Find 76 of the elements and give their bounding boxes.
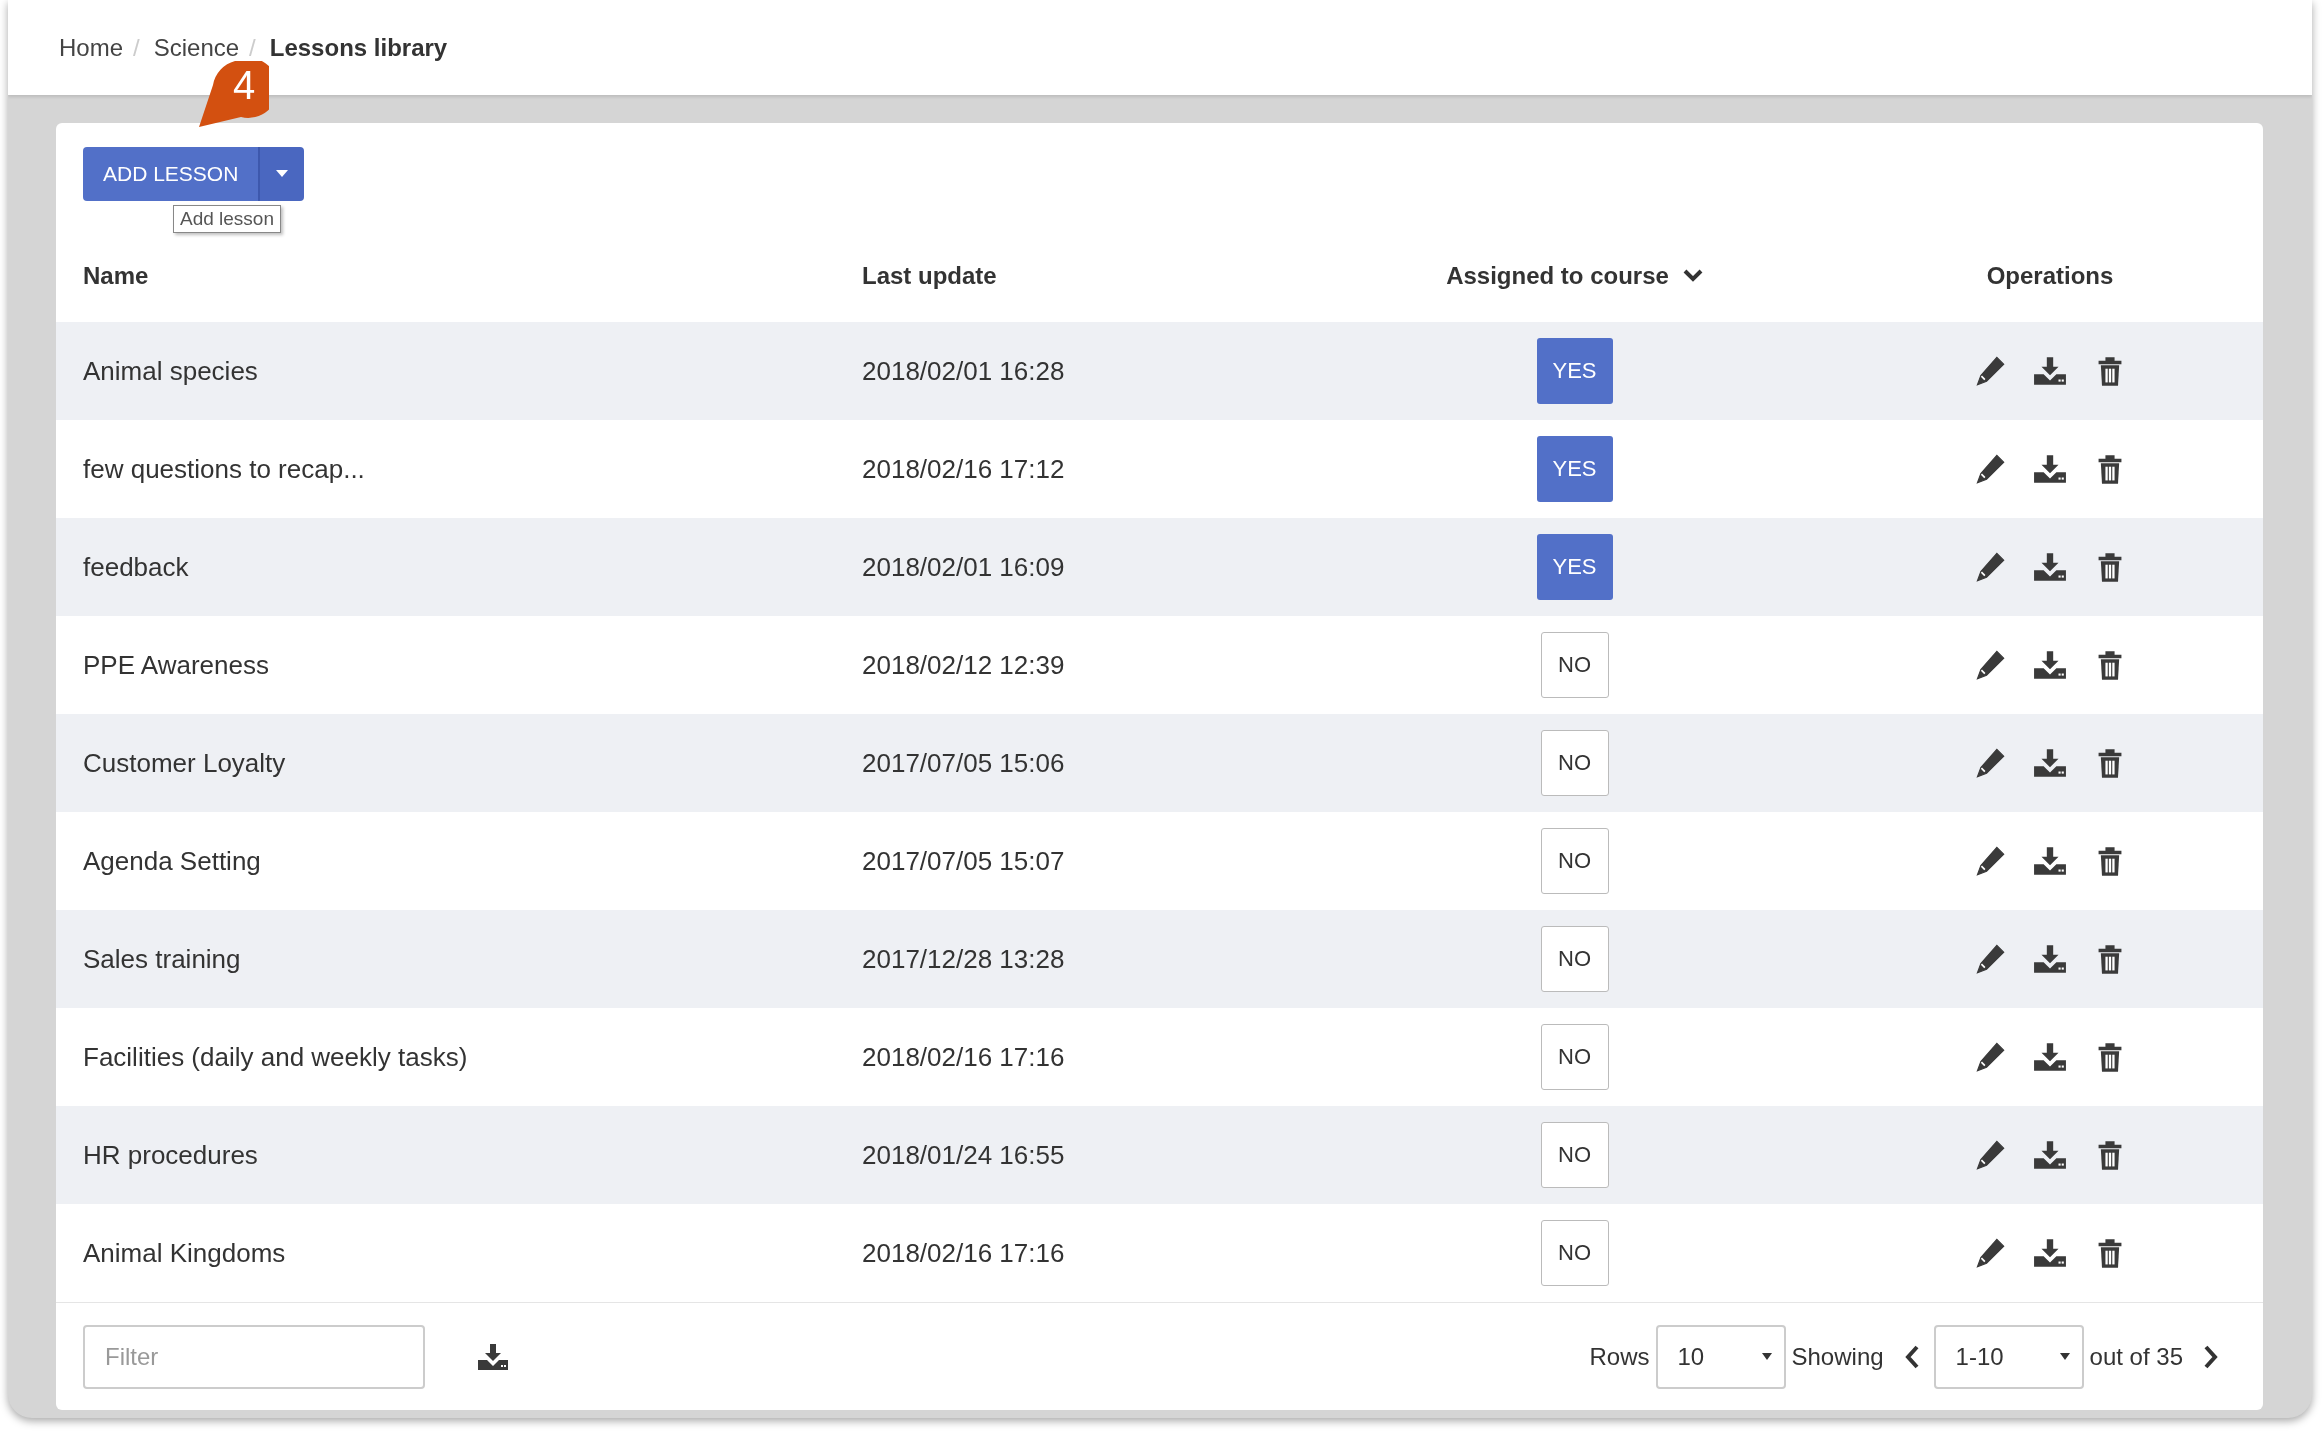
edit-icon[interactable] <box>1973 1041 2007 1073</box>
breadcrumb-separator: / <box>249 33 256 62</box>
add-lesson-button[interactable]: ADD LESSON <box>83 147 259 201</box>
dropdown-button[interactable] <box>258 147 305 201</box>
sort-icon[interactable] <box>1682 269 1703 283</box>
column-header: Name <box>83 262 149 290</box>
download-icon[interactable] <box>2033 943 2067 975</box>
edit-icon[interactable] <box>1973 355 2007 387</box>
breadcrumb-link[interactable]: Science <box>153 33 240 62</box>
breadcrumb-separator: / <box>133 33 140 62</box>
breadcrumb-current: Lessons library <box>269 33 448 62</box>
previous-page-icon[interactable] <box>1903 1344 1920 1369</box>
column-header: Operations <box>1986 262 2114 290</box>
table-cell: PPE Awareness <box>83 649 269 681</box>
breadcrumb-link[interactable]: Home <box>59 33 124 62</box>
download-icon[interactable] <box>2033 355 2067 387</box>
download-icon[interactable] <box>2033 1237 2067 1269</box>
assigned-toggle[interactable]: NO <box>1540 1220 1609 1286</box>
assigned-toggle[interactable]: NO <box>1540 730 1609 796</box>
download-icon[interactable] <box>2033 649 2067 681</box>
table-cell: 2017/07/05 15:06 <box>862 747 1065 779</box>
showing-label: Showing <box>1791 1342 1884 1371</box>
table-cell: Customer Loyalty <box>83 747 286 779</box>
total-count: out of 35 <box>2089 1342 2183 1371</box>
rows-label: Rows <box>1589 1342 1650 1371</box>
edit-icon[interactable] <box>1973 649 2007 681</box>
assigned-toggle[interactable]: NO <box>1540 1024 1609 1090</box>
table-cell: Animal Kingdoms <box>83 1237 286 1269</box>
caret-icon <box>1761 1352 1772 1361</box>
table-cell: 2018/02/01 16:09 <box>862 551 1065 583</box>
download-icon[interactable] <box>2033 551 2067 583</box>
page-range-select[interactable]: 1-10 <box>1933 1324 2084 1389</box>
table-cell: Sales training <box>83 943 241 975</box>
tooltip: Add lesson <box>173 205 281 233</box>
assigned-toggle[interactable]: YES <box>1536 338 1613 404</box>
table-cell: 2018/02/12 12:39 <box>862 649 1065 681</box>
download-icon[interactable] <box>2033 845 2067 877</box>
edit-icon[interactable] <box>1973 747 2007 779</box>
edit-icon[interactable] <box>1973 943 2007 975</box>
download-icon[interactable] <box>2033 1139 2067 1171</box>
column-header: Last update <box>862 262 997 290</box>
download-icon[interactable] <box>477 1342 509 1371</box>
edit-icon[interactable] <box>1973 453 2007 485</box>
table-cell: 2018/02/16 17:12 <box>862 453 1065 485</box>
edit-icon[interactable] <box>1973 1139 2007 1171</box>
table-cell: 2018/01/24 16:55 <box>862 1139 1065 1171</box>
table-cell: 2018/02/16 17:16 <box>862 1237 1065 1269</box>
filter-field[interactable]: Filter <box>83 1324 425 1389</box>
edit-icon[interactable] <box>1973 551 2007 583</box>
assigned-toggle[interactable]: YES <box>1536 534 1613 600</box>
edit-icon[interactable] <box>1973 1237 2007 1269</box>
table-cell: Agenda Setting <box>83 845 261 877</box>
column-header[interactable]: Assigned to course <box>1446 262 1669 290</box>
table-cell: HR procedures <box>83 1139 258 1171</box>
caret-icon <box>276 170 289 178</box>
assigned-toggle[interactable]: NO <box>1540 828 1609 894</box>
table-cell: 2018/02/01 16:28 <box>862 355 1065 387</box>
download-icon[interactable] <box>2033 747 2067 779</box>
assigned-toggle[interactable]: NO <box>1540 632 1609 698</box>
assigned-toggle[interactable]: NO <box>1540 926 1609 992</box>
table-cell: Animal species <box>83 355 258 387</box>
next-page-icon[interactable] <box>2203 1344 2219 1369</box>
assigned-toggle[interactable]: YES <box>1536 436 1613 502</box>
caret-icon <box>2059 1352 2070 1361</box>
download-icon[interactable] <box>2033 1041 2067 1073</box>
download-icon[interactable] <box>2033 453 2067 485</box>
rows-select[interactable]: 10 <box>1655 1324 1786 1389</box>
assigned-toggle[interactable]: NO <box>1540 1122 1609 1188</box>
table-cell: feedback <box>83 551 189 583</box>
table-cell: Facilities (daily and weekly tasks) <box>83 1041 468 1073</box>
table-cell: few questions to recap... <box>83 453 365 485</box>
table-cell: 2017/12/28 13:28 <box>862 943 1065 975</box>
table-cell: 2018/02/16 17:16 <box>862 1041 1065 1073</box>
edit-icon[interactable] <box>1973 845 2007 877</box>
step-callout: 4 <box>199 61 269 127</box>
table-cell: 2017/07/05 15:07 <box>862 845 1065 877</box>
